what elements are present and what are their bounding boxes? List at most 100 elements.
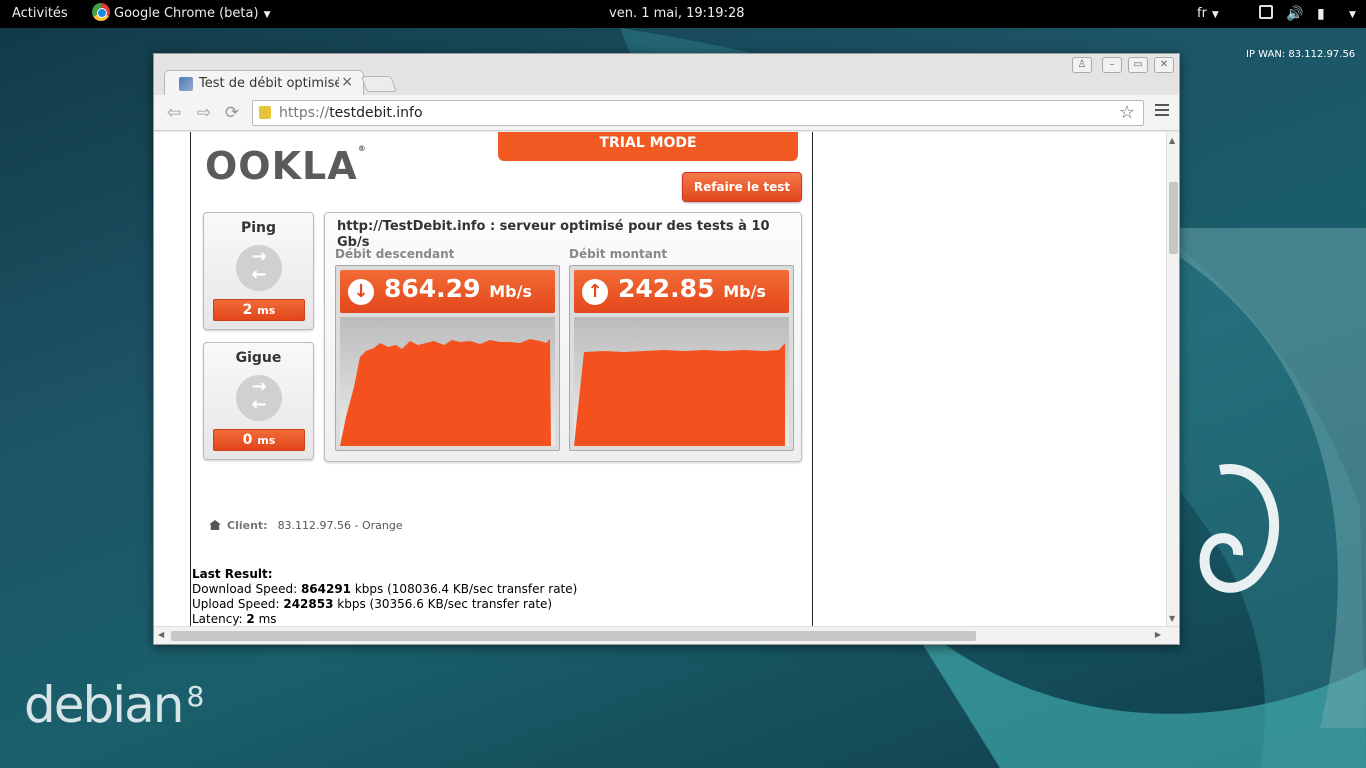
upload-speed-value: 242853 <box>283 597 334 611</box>
browser-toolbar: ⇦ ⇨ ⟳ https://testdebit.info ☆ <box>154 95 1179 131</box>
chrome-menu-button[interactable] <box>1155 104 1169 120</box>
back-button[interactable]: ⇦ <box>162 102 186 124</box>
latency-key: Latency: <box>192 612 247 626</box>
transfer-arrows-icon <box>236 375 282 421</box>
jitter-unit: ms <box>257 434 276 447</box>
upload-speed-key: Upload Speed: <box>192 597 284 611</box>
reload-button[interactable]: ⟳ <box>220 102 244 124</box>
download-column: Débit descendant ↓ 864.29 Mb/s <box>335 247 560 451</box>
debian-logo-word: debian <box>24 676 184 734</box>
scroll-right-icon[interactable]: ▶ <box>1155 630 1161 639</box>
download-speed-key: Download Speed: <box>192 582 301 596</box>
minimize-button[interactable]: – <box>1102 57 1122 73</box>
close-window-button[interactable]: ✕ <box>1154 57 1174 73</box>
horizontal-scroll-thumb[interactable] <box>171 631 976 641</box>
app-menu-button[interactable]: Google Chrome (beta) ▼ <box>92 0 270 28</box>
tab-testdebit[interactable]: Test de débit optimisé × <box>164 70 364 96</box>
download-frame: ↓ 864.29 Mb/s <box>335 265 560 451</box>
profile-icon[interactable]: ♙ <box>1072 57 1092 73</box>
client-info: Client: 83.112.97.56 - Orange <box>209 519 403 532</box>
upload-column: Débit montant ↑ 242.85 Mb/s <box>569 247 794 451</box>
speedtest-frame: TRIAL MODE OOKLA® Refaire le test Ping 2… <box>190 132 813 627</box>
maximize-button[interactable]: ▭ <box>1128 57 1148 73</box>
activities-button[interactable]: Activités <box>12 0 68 28</box>
ookla-logo: OOKLA® <box>205 144 367 188</box>
upload-speed-line: Upload Speed: 242853 kbps (30356.6 KB/se… <box>192 597 577 612</box>
download-unit: Mb/s <box>489 282 532 301</box>
client-value: 83.112.97.56 - Orange <box>277 519 403 532</box>
horizontal-scrollbar[interactable]: ◀ ▶ <box>154 626 1179 644</box>
window-icon[interactable] <box>1259 0 1273 28</box>
chevron-down-icon: ▼ <box>1211 10 1219 20</box>
jitter-box: Gigue 0 ms <box>203 342 314 460</box>
last-result-title: Last Result: <box>192 567 273 581</box>
latency-unit: ms <box>254 612 277 626</box>
chevron-down-icon: ▼ <box>263 10 271 20</box>
chevron-down-icon: ▼ <box>1349 10 1356 20</box>
address-bar[interactable]: https://testdebit.info ☆ <box>252 100 1144 126</box>
chrome-window: Test de débit optimisé × ♙ – ▭ ✕ ⇦ ⇨ ⟳ h… <box>153 53 1180 645</box>
upload-graph <box>574 317 789 446</box>
page-viewport: TRIAL MODE OOKLA® Refaire le test Ping 2… <box>154 132 1167 627</box>
top-panel: Activités Google Chrome (beta) ▼ ven. 1 m… <box>0 0 1366 28</box>
language-label: fr <box>1197 6 1207 21</box>
ping-value: 2 ms <box>213 299 305 321</box>
arrow-down-icon: ↓ <box>348 279 374 305</box>
url-text: https://testdebit.info <box>279 105 423 121</box>
debian-logo: debian 8 <box>24 676 204 734</box>
chrome-logo-icon <box>92 3 110 21</box>
new-tab-button[interactable] <box>361 76 397 92</box>
clock[interactable]: ven. 1 mai, 19:19:28 <box>609 0 745 28</box>
lock-warning-icon <box>259 106 271 119</box>
bookmark-star-icon[interactable]: ☆ <box>1119 102 1135 123</box>
jitter-value: 0 ms <box>213 429 305 451</box>
download-number: 864.29 <box>384 274 481 303</box>
language-indicator[interactable]: fr ▼ <box>1197 0 1219 28</box>
download-graph-area <box>340 339 551 446</box>
scroll-down-icon[interactable]: ▼ <box>1169 614 1175 623</box>
last-result: Last Result: Download Speed: 864291 kbps… <box>192 567 577 627</box>
tab-strip: Test de débit optimisé × ♙ – ▭ ✕ <box>154 54 1179 96</box>
latency-line: Latency: 2 ms <box>192 612 577 627</box>
trial-mode-banner: TRIAL MODE <box>498 132 798 161</box>
ping-label: Ping <box>240 220 277 236</box>
app-menu-label: Google Chrome (beta) <box>114 6 259 21</box>
scroll-up-icon[interactable]: ▲ <box>1169 136 1175 145</box>
latency-value: 2 <box>246 612 255 626</box>
forward-button[interactable]: ⇨ <box>192 102 216 124</box>
download-label: Débit descendant <box>335 247 455 261</box>
retest-button[interactable]: Refaire le test <box>682 172 802 202</box>
system-menu-chevron-icon[interactable]: ▼ <box>1344 0 1356 28</box>
ip-wan-label: IP WAN: 83.112.97.56 <box>1246 49 1356 60</box>
download-speed-detail: kbps (108036.4 KB/sec transfer rate) <box>351 582 578 596</box>
upload-number: 242.85 <box>618 274 715 303</box>
upload-speed-detail: kbps (30356.6 KB/sec transfer rate) <box>333 597 553 611</box>
download-speed-line: Download Speed: 864291 kbps (108036.4 KB… <box>192 582 577 597</box>
volume-icon[interactable]: 🔊 <box>1286 0 1303 28</box>
jitter-label: Gigue <box>235 350 282 366</box>
download-header: ↓ 864.29 Mb/s <box>340 270 555 313</box>
favicon-icon <box>179 77 193 91</box>
upload-frame: ↑ 242.85 Mb/s <box>569 265 794 451</box>
url-protocol: https:// <box>279 105 330 121</box>
upload-unit: Mb/s <box>723 282 766 301</box>
ping-number: 2 <box>242 302 253 318</box>
upload-header: ↑ 242.85 Mb/s <box>574 270 789 313</box>
debian-logo-version: 8 <box>186 680 205 713</box>
battery-icon[interactable]: ▮ <box>1317 0 1325 28</box>
ookla-logo-text: OOKLA <box>205 144 358 188</box>
home-icon <box>209 520 221 530</box>
debian-swirl-icon <box>1199 464 1279 593</box>
upload-label: Débit montant <box>569 247 668 261</box>
download-graph <box>340 317 555 446</box>
scroll-left-icon[interactable]: ◀ <box>158 630 164 639</box>
upload-graph-area <box>574 343 785 446</box>
results-panel: http://TestDebit.info : serveur optimisé… <box>324 212 802 462</box>
vertical-scroll-thumb[interactable] <box>1169 182 1178 254</box>
jitter-number: 0 <box>242 432 253 448</box>
download-speed: 864.29 Mb/s <box>384 274 532 303</box>
client-key: Client: <box>227 519 268 532</box>
close-tab-icon[interactable]: × <box>341 74 353 90</box>
screen-icon <box>1259 5 1273 19</box>
vertical-scrollbar[interactable]: ▲ ▼ <box>1166 132 1179 627</box>
